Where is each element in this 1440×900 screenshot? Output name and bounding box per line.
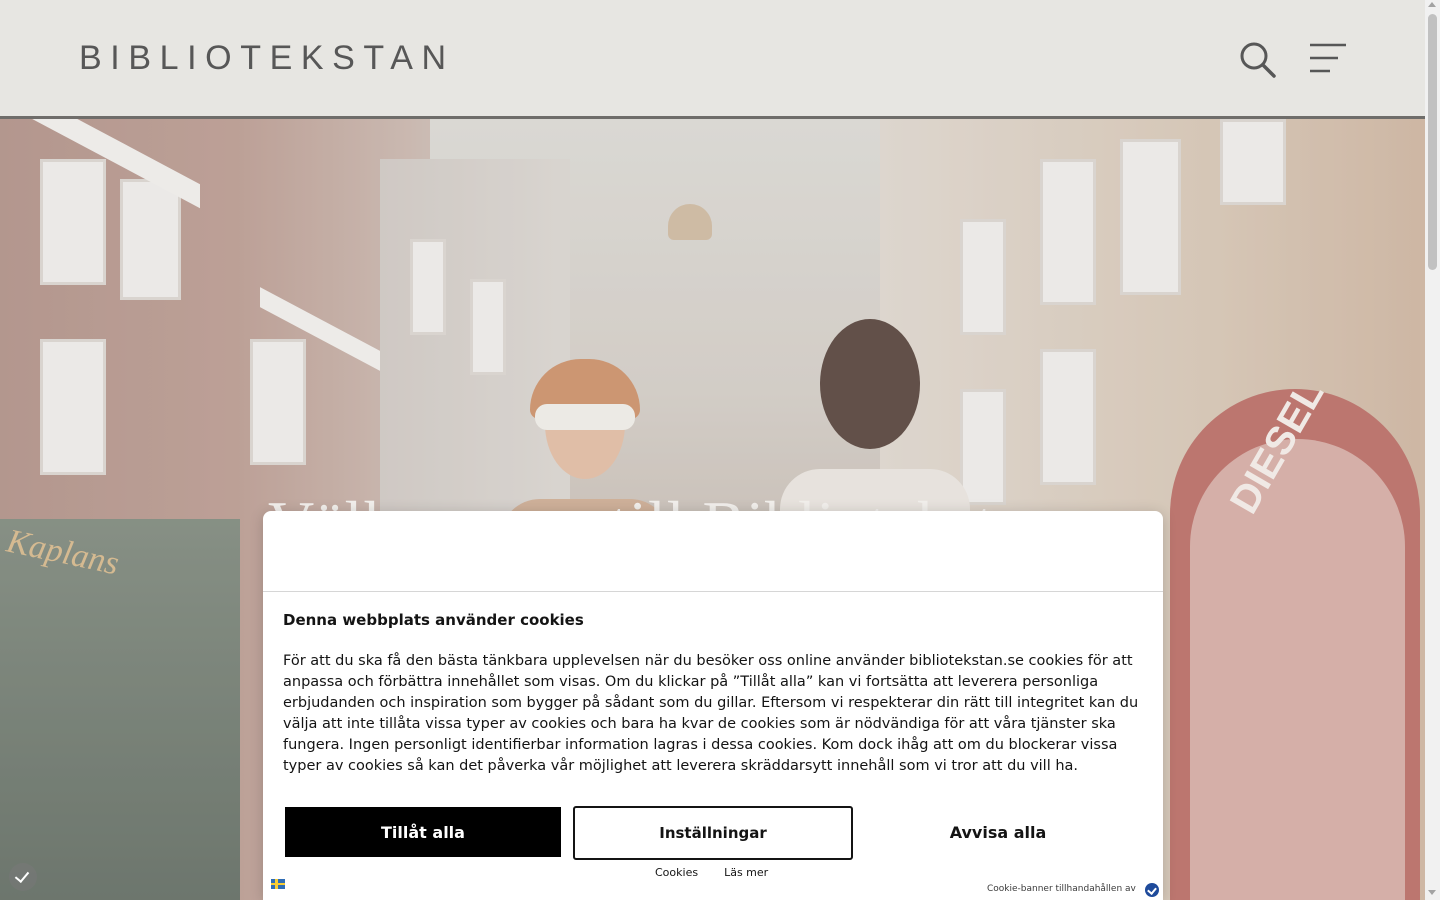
cookie-banner-logo-area <box>263 511 1163 592</box>
cookie-provider-credit[interactable]: Cookie-banner tillhandahållen av <box>987 884 1136 894</box>
cookie-settings-button[interactable]: Inställningar <box>573 806 853 860</box>
allow-all-button[interactable]: Tillåt alla <box>285 807 561 857</box>
swedish-flag-icon[interactable] <box>271 879 285 889</box>
deny-all-button[interactable]: Avvisa alla <box>861 807 1135 857</box>
cookie-links: Cookies Läs mer <box>655 866 768 879</box>
cookie-consent-dialog: Denna webbplats använder cookies För att… <box>263 511 1163 900</box>
scrollbar[interactable] <box>1425 0 1440 900</box>
read-more-link[interactable]: Läs mer <box>724 866 768 879</box>
menu-button[interactable] <box>1308 42 1348 76</box>
site-header: BIBLIOTEKSTAN <box>0 0 1425 119</box>
scroll-up-arrow-icon[interactable] <box>1428 2 1436 7</box>
cookies-link[interactable]: Cookies <box>655 866 698 879</box>
search-button[interactable] <box>1238 40 1278 80</box>
search-icon <box>1240 42 1276 78</box>
hamburger-menu-icon <box>1310 43 1346 73</box>
site-logo[interactable]: BIBLIOTEKSTAN <box>79 38 455 78</box>
scroll-thumb[interactable] <box>1428 14 1437 270</box>
scroll-down-arrow-icon[interactable] <box>1428 890 1436 895</box>
cookie-banner-text: För att du ska få den bästa tänkbara upp… <box>283 653 1139 774</box>
cookie-banner-title: Denna webbplats använder cookies <box>283 611 584 629</box>
consent-widget-check-icon[interactable] <box>9 863 37 891</box>
provider-check-icon[interactable] <box>1145 883 1159 897</box>
